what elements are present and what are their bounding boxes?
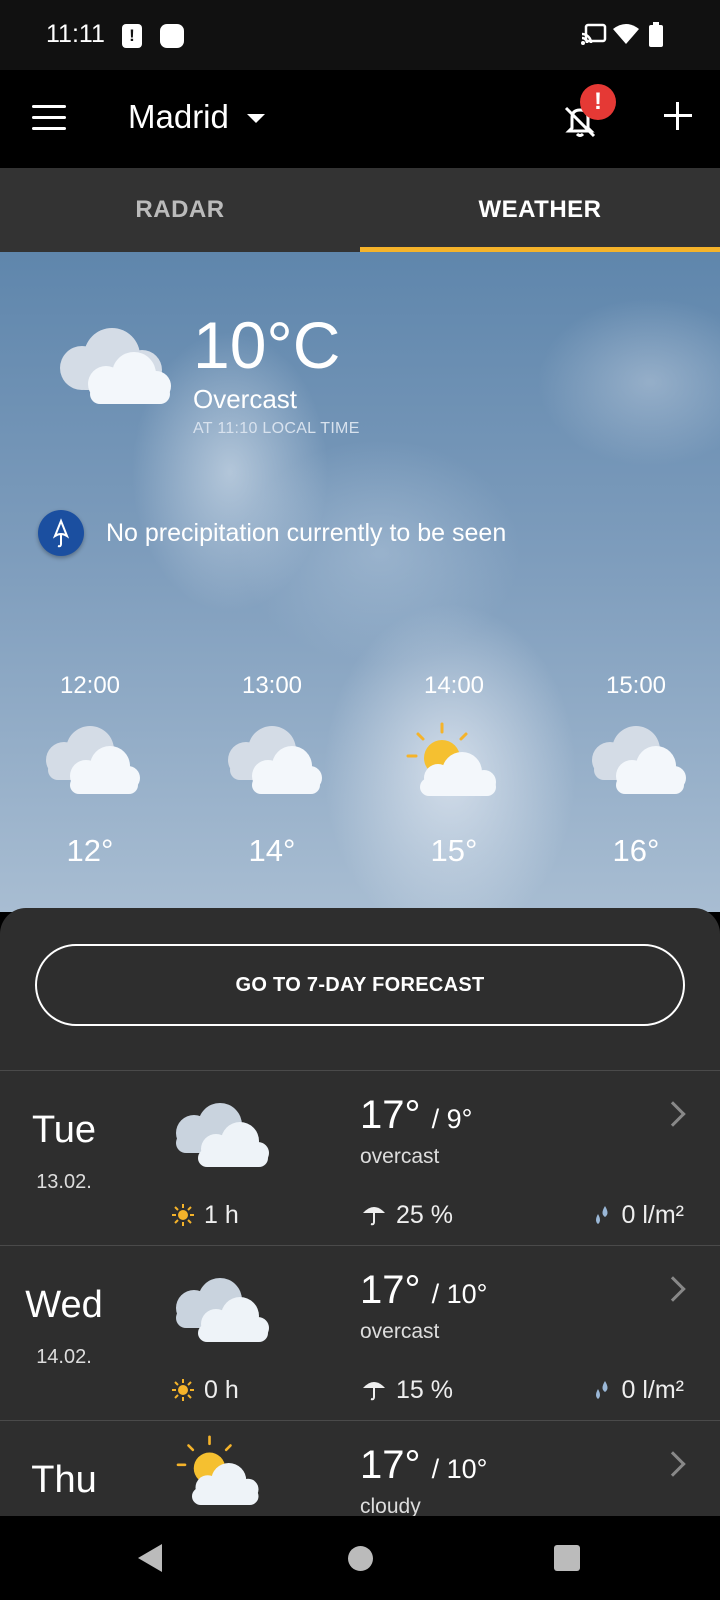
status-bar: 11:11 ! xyxy=(0,0,720,70)
sun-cloud-icon xyxy=(176,1435,259,1505)
rain-volume: 0 l/m² xyxy=(621,1376,685,1404)
chevron-right-icon[interactable] xyxy=(660,1101,686,1127)
menu-icon[interactable] xyxy=(32,105,66,131)
umbrella-icon xyxy=(38,510,84,556)
chevron-right-icon[interactable] xyxy=(660,1276,686,1302)
cloud-icon xyxy=(592,726,686,794)
day-condition: cloudy xyxy=(360,1495,421,1516)
day-condition: overcast xyxy=(360,1145,440,1168)
precipitation-status: No precipitation currently to be seen xyxy=(106,519,507,547)
hour-temperature: 12° xyxy=(66,833,114,868)
daily-forecast-sheet: GO TO 7-DAY FORECAST Tue 13.02. 17° / 9°… xyxy=(0,908,720,1516)
day-high-low: 17° / 10° xyxy=(360,1443,487,1488)
wifi-icon xyxy=(613,24,639,44)
day-low: / 9° xyxy=(431,1104,473,1134)
cloud-icon xyxy=(176,1278,269,1342)
hour-time: 15:00 xyxy=(605,672,667,699)
umbrella-icon xyxy=(362,1202,386,1233)
app-bar: Madrid ! xyxy=(0,70,720,168)
day-date: 14.02. xyxy=(36,1346,92,1368)
rain-chance: 25 % xyxy=(396,1201,453,1229)
alert-icon: ! xyxy=(122,24,142,48)
hour-time: 13:00 xyxy=(241,672,303,699)
city-selector[interactable]: Madrid xyxy=(128,98,229,136)
sun-icon xyxy=(172,1204,194,1233)
tab-weather[interactable]: WEATHER xyxy=(360,168,720,252)
seven-day-forecast-button[interactable]: GO TO 7-DAY FORECAST xyxy=(35,944,685,1026)
tab-bar: RADAR WEATHER xyxy=(0,168,720,252)
rain-volume: 0 l/m² xyxy=(621,1201,685,1229)
umbrella-icon xyxy=(362,1377,386,1408)
cloud-icon xyxy=(176,1103,269,1167)
cloud-icon xyxy=(228,726,322,794)
chevron-right-icon[interactable] xyxy=(660,1451,686,1477)
sunshine-hours: 1 h xyxy=(204,1201,239,1229)
notification-dot-icon xyxy=(160,24,184,48)
dropdown-caret-icon[interactable] xyxy=(247,114,265,123)
recent-apps-icon[interactable] xyxy=(554,1545,580,1571)
cast-icon xyxy=(581,23,607,45)
hour-item[interactable]: 15:00 16° xyxy=(566,672,706,869)
local-time-label: AT 11:10 LOCAL TIME xyxy=(193,420,360,437)
day-date: 13.02. xyxy=(36,1171,92,1193)
day-high: 17° xyxy=(360,1093,421,1137)
hour-temperature: 16° xyxy=(612,833,660,868)
day-row[interactable]: Thu 17° / 10° cloudy xyxy=(0,1420,720,1516)
tab-radar[interactable]: RADAR xyxy=(0,168,360,252)
notification-badge: ! xyxy=(580,84,616,120)
day-high: 17° xyxy=(360,1268,421,1312)
hour-temperature: 15° xyxy=(430,833,478,868)
current-condition: Overcast xyxy=(193,384,298,414)
status-time: 11:11 xyxy=(46,20,105,48)
rain-volume-stat: 0 l/m² xyxy=(592,1201,685,1233)
raindrops-icon xyxy=(592,1379,612,1408)
raindrops-icon xyxy=(592,1204,612,1233)
sun-cloud-icon xyxy=(406,722,496,796)
hour-time: 14:00 xyxy=(423,672,485,699)
hour-temperature: 14° xyxy=(248,833,296,868)
sunshine-stat: 0 h xyxy=(172,1376,239,1408)
sun-icon xyxy=(172,1379,194,1408)
rain-chance-stat: 15 % xyxy=(362,1376,453,1408)
day-high: 17° xyxy=(360,1443,421,1487)
day-high-low: 17° / 9° xyxy=(360,1093,472,1138)
day-row[interactable]: Wed 14.02. 17° / 10° overcast 0 h 15 % 0… xyxy=(0,1245,720,1420)
system-nav-bar xyxy=(0,1516,720,1600)
day-name: Tue xyxy=(31,1109,97,1151)
day-low: / 10° xyxy=(431,1454,488,1484)
day-condition: overcast xyxy=(360,1320,440,1343)
battery-icon xyxy=(649,22,663,47)
hour-item[interactable]: 13:00 14° xyxy=(202,672,342,869)
day-low: / 10° xyxy=(431,1279,488,1309)
day-name: Thu xyxy=(31,1459,97,1501)
cloud-icon xyxy=(60,328,171,404)
day-name: Wed xyxy=(25,1284,103,1326)
hour-item[interactable]: 14:00 15° xyxy=(384,672,524,869)
sunshine-hours: 0 h xyxy=(204,1376,239,1404)
rain-chance-stat: 25 % xyxy=(362,1201,453,1233)
current-weather-panel: 10°C Overcast AT 11:10 LOCAL TIME No pre… xyxy=(0,252,720,912)
hour-item[interactable]: 12:00 12° xyxy=(20,672,160,869)
day-row[interactable]: Tue 13.02. 17° / 9° overcast 1 h 25 % 0 … xyxy=(0,1070,720,1245)
rain-volume-stat: 0 l/m² xyxy=(592,1376,685,1408)
current-temperature: 10°C xyxy=(193,308,341,382)
cloud-icon xyxy=(46,726,140,794)
sunshine-stat: 1 h xyxy=(172,1201,239,1233)
hour-time: 12:00 xyxy=(59,672,121,699)
back-icon[interactable] xyxy=(138,1544,162,1572)
day-high-low: 17° / 10° xyxy=(360,1268,487,1313)
home-icon[interactable] xyxy=(348,1546,373,1571)
add-icon[interactable] xyxy=(664,102,692,130)
rain-chance: 15 % xyxy=(396,1376,453,1404)
